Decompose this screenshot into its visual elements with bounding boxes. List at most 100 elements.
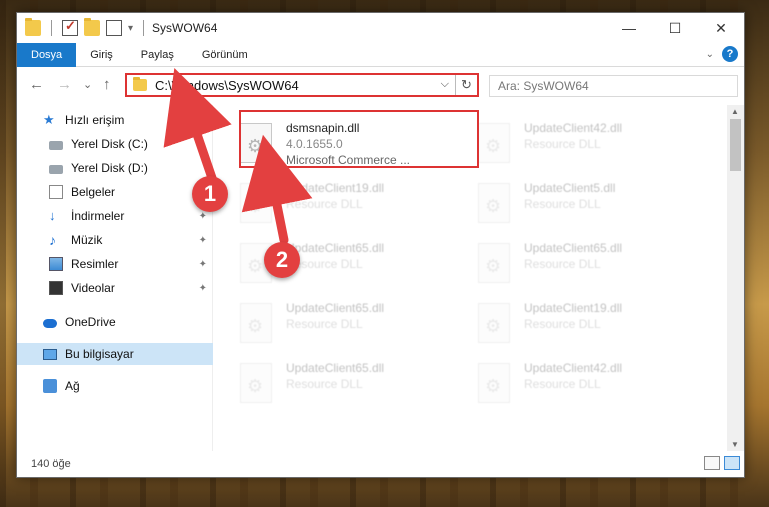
nav-item-local-disk-d[interactable]: Yerel Disk (D:) bbox=[17, 157, 213, 179]
cloud-icon bbox=[43, 319, 57, 328]
nav-item-network[interactable]: Ağ bbox=[17, 375, 213, 397]
step-badge-2: 2 bbox=[264, 242, 300, 278]
title-bar: ▾ SysWOW64 — ☐ ✕ bbox=[17, 13, 744, 43]
tab-file[interactable]: Dosya bbox=[17, 42, 77, 67]
pictures-icon bbox=[49, 257, 63, 271]
file-name: UpdateClient42.dll bbox=[524, 361, 623, 375]
vertical-scrollbar[interactable]: ▲ ▼ bbox=[727, 105, 744, 451]
tab-share[interactable]: Paylaş bbox=[127, 43, 188, 67]
file-type: Resource DLL bbox=[524, 137, 601, 151]
properties-check-icon[interactable] bbox=[62, 18, 78, 36]
pin-icon: ✦ bbox=[198, 210, 207, 222]
network-icon bbox=[43, 379, 57, 393]
dll-file-icon bbox=[240, 363, 272, 403]
download-icon: ↓ bbox=[49, 208, 56, 223]
address-bar[interactable]: C:\Windows\SysWOW64 ⌵ ↻ bbox=[125, 73, 479, 97]
recent-locations-button[interactable]: ⌄ bbox=[83, 78, 92, 91]
file-item[interactable]: UpdateClient19.dll Resource DLL bbox=[452, 295, 678, 351]
tab-home[interactable]: Giriş bbox=[76, 43, 127, 67]
file-name: UpdateClient19.dll bbox=[524, 301, 623, 315]
file-item[interactable]: UpdateClient65.dll Resource DLL bbox=[452, 235, 678, 291]
forward-button[interactable]: → bbox=[57, 76, 72, 93]
videos-icon bbox=[49, 281, 63, 295]
file-name: UpdateClient65.dll bbox=[524, 241, 623, 255]
nav-item-label: İndirmeler bbox=[71, 209, 125, 223]
file-type: Resource DLL bbox=[524, 377, 601, 391]
nav-item-label: Resimler bbox=[71, 257, 119, 271]
file-name: UpdateClient5.dll bbox=[524, 181, 616, 195]
file-item[interactable]: UpdateClient42.dll Resource DLL bbox=[452, 115, 678, 171]
star-icon: ★ bbox=[43, 112, 55, 127]
file-name: UpdateClient42.dll bbox=[524, 121, 623, 135]
explorer-window: ▾ SysWOW64 — ☐ ✕ Dosya Giriş Paylaş Görü… bbox=[16, 12, 745, 478]
nav-item-this-pc[interactable]: Bu bilgisayar bbox=[17, 343, 213, 365]
tab-view[interactable]: Görünüm bbox=[188, 43, 262, 67]
nav-item-videos[interactable]: Videolar ✦ bbox=[17, 277, 213, 299]
scroll-down-icon[interactable]: ▼ bbox=[731, 440, 739, 449]
scroll-up-icon[interactable]: ▲ bbox=[731, 107, 739, 116]
nav-item-label: Belgeler bbox=[71, 185, 116, 199]
nav-item-local-disk-c[interactable]: Yerel Disk (C:) bbox=[17, 133, 213, 155]
file-type: Resource DLL bbox=[524, 257, 601, 271]
close-button[interactable]: ✕ bbox=[698, 13, 744, 43]
dll-file-icon bbox=[478, 363, 510, 403]
minimize-button[interactable]: — bbox=[606, 13, 652, 43]
window-title: SysWOW64 bbox=[152, 21, 218, 35]
expand-ribbon-icon[interactable]: ⌄ bbox=[706, 49, 714, 60]
maximize-button[interactable]: ☐ bbox=[652, 13, 698, 43]
music-icon: ♪ bbox=[49, 232, 56, 248]
help-icon[interactable]: ? bbox=[722, 46, 738, 62]
nav-item-label: Bu bilgisayar bbox=[65, 347, 134, 361]
file-name: UpdateClient65.dll bbox=[286, 361, 385, 375]
nav-item-label: Müzik bbox=[71, 233, 103, 247]
status-bar: 140 öğe bbox=[17, 453, 744, 477]
address-dropdown-icon[interactable]: ⌵ bbox=[441, 78, 449, 91]
chevron-down-icon[interactable]: ▾ bbox=[128, 23, 133, 34]
details-view-icon[interactable] bbox=[704, 456, 720, 470]
customize-icon[interactable] bbox=[106, 20, 122, 36]
file-item[interactable]: UpdateClient65.dll Resource DLL bbox=[214, 235, 440, 291]
dll-file-icon bbox=[478, 303, 510, 343]
file-type: Resource DLL bbox=[524, 197, 601, 211]
scrollbar-thumb[interactable] bbox=[730, 119, 741, 171]
file-item[interactable]: UpdateClient42.dll Resource DLL bbox=[452, 355, 678, 411]
up-button[interactable]: ↑ bbox=[103, 76, 111, 93]
nav-item-label: Ağ bbox=[65, 379, 80, 393]
view-buttons bbox=[704, 456, 740, 470]
search-input[interactable]: Ara: SysWOW64 bbox=[489, 75, 738, 97]
refresh-button[interactable]: ↻ bbox=[455, 75, 477, 95]
dll-file-icon bbox=[240, 303, 272, 343]
new-folder-icon[interactable] bbox=[84, 18, 100, 36]
nav-item-onedrive[interactable]: OneDrive bbox=[17, 311, 213, 333]
item-count: 140 öğe bbox=[31, 458, 71, 470]
documents-icon bbox=[49, 185, 63, 199]
step-badge-1: 1 bbox=[192, 176, 228, 212]
file-item[interactable]: UpdateClient65.dll Resource DLL bbox=[214, 295, 440, 351]
nav-item-pictures[interactable]: Resimler ✦ bbox=[17, 253, 213, 275]
nav-item-label: Yerel Disk (D:) bbox=[71, 161, 148, 175]
dll-file-icon bbox=[478, 243, 510, 283]
back-button[interactable]: ← bbox=[29, 76, 44, 93]
address-row: ← → ⌄ ↑ C:\Windows\SysWOW64 ⌵ ↻ Ara: Sys… bbox=[17, 68, 744, 102]
file-highlight-box bbox=[239, 110, 479, 168]
file-type: Resource DLL bbox=[524, 317, 601, 331]
pin-icon: ✦ bbox=[198, 258, 207, 270]
file-item[interactable]: UpdateClient5.dll Resource DLL bbox=[452, 175, 678, 231]
file-name: UpdateClient19.dll bbox=[286, 181, 385, 195]
file-name: UpdateClient65.dll bbox=[286, 301, 385, 315]
file-item[interactable]: UpdateClient65.dll Resource DLL bbox=[214, 355, 440, 411]
folder-icon bbox=[133, 77, 147, 91]
address-path[interactable]: C:\Windows\SysWOW64 bbox=[155, 78, 299, 93]
computer-icon bbox=[43, 348, 57, 360]
ribbon-tabs: Dosya Giriş Paylaş Görünüm ⌄ ? bbox=[17, 42, 744, 67]
nav-item-label: OneDrive bbox=[65, 315, 116, 329]
window-controls: — ☐ ✕ bbox=[606, 13, 744, 43]
nav-item-quick-access[interactable]: ★ Hızlı erişim bbox=[17, 109, 213, 131]
file-name: UpdateClient65.dll bbox=[286, 241, 385, 255]
tiles-view-icon[interactable] bbox=[724, 456, 740, 470]
nav-item-downloads[interactable]: ↓ İndirmeler ✦ bbox=[17, 205, 213, 227]
file-item[interactable]: UpdateClient19.dll Resource DLL bbox=[214, 175, 440, 231]
file-type: Resource DLL bbox=[286, 317, 363, 331]
nav-item-documents[interactable]: Belgeler bbox=[17, 181, 213, 203]
nav-item-music[interactable]: ♪ Müzik ✦ bbox=[17, 229, 213, 251]
